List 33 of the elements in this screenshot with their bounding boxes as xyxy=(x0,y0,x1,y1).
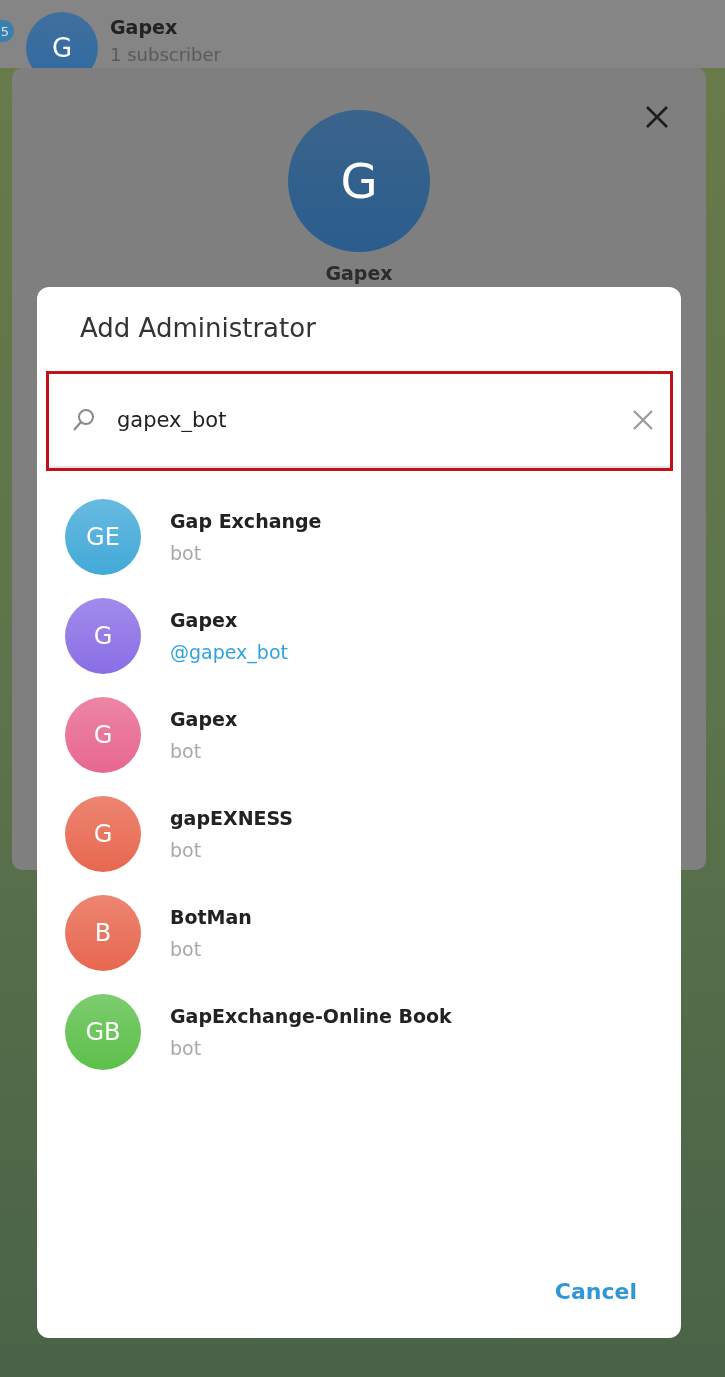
bot-list-item[interactable]: G Gapex bot xyxy=(37,685,681,784)
bot-name: Gapex xyxy=(170,707,238,730)
dialog-title: Add Administrator xyxy=(79,312,317,345)
bot-username: @gapex_bot xyxy=(170,640,288,663)
bot-status: bot xyxy=(170,739,203,762)
profile-avatar: G xyxy=(288,110,430,252)
bot-avatar: GB xyxy=(65,993,141,1070)
bot-list-item[interactable]: GE Gap Exchange bot xyxy=(37,487,681,586)
channel-title: Gapex xyxy=(110,16,179,38)
bot-list-item[interactable]: GB GapExchange-Online Book bot xyxy=(37,982,681,1081)
bot-avatar: G xyxy=(65,597,141,674)
bot-name: Gap Exchange xyxy=(170,509,322,532)
bot-avatar: GE xyxy=(65,498,141,575)
bot-status: bot xyxy=(170,541,203,564)
search-icon xyxy=(71,407,97,433)
close-icon[interactable] xyxy=(644,104,670,130)
bot-name: GapExchange-Online Book xyxy=(170,1004,452,1027)
bot-status: bot xyxy=(170,937,203,960)
bot-avatar: G xyxy=(65,696,141,773)
bot-list-item[interactable]: G gapEXNESS bot xyxy=(37,784,681,883)
bot-avatar: B xyxy=(65,894,141,971)
profile-name: Gapex xyxy=(325,262,393,284)
bot-list-item[interactable]: B BotMan bot xyxy=(37,883,681,982)
bot-name: gapEXNESS xyxy=(170,806,294,829)
bot-avatar: G xyxy=(65,795,141,872)
clear-icon[interactable] xyxy=(632,409,654,431)
unread-badge: 5 xyxy=(0,20,14,42)
search-input[interactable]: gapex_bot xyxy=(117,408,612,432)
bot-status: bot xyxy=(170,1036,203,1059)
bot-name: Gapex xyxy=(170,608,239,631)
bot-name: BotMan xyxy=(170,905,252,928)
bot-status: bot xyxy=(170,838,203,861)
bot-list-item[interactable]: G Gapex @gapex_bot xyxy=(37,586,681,685)
